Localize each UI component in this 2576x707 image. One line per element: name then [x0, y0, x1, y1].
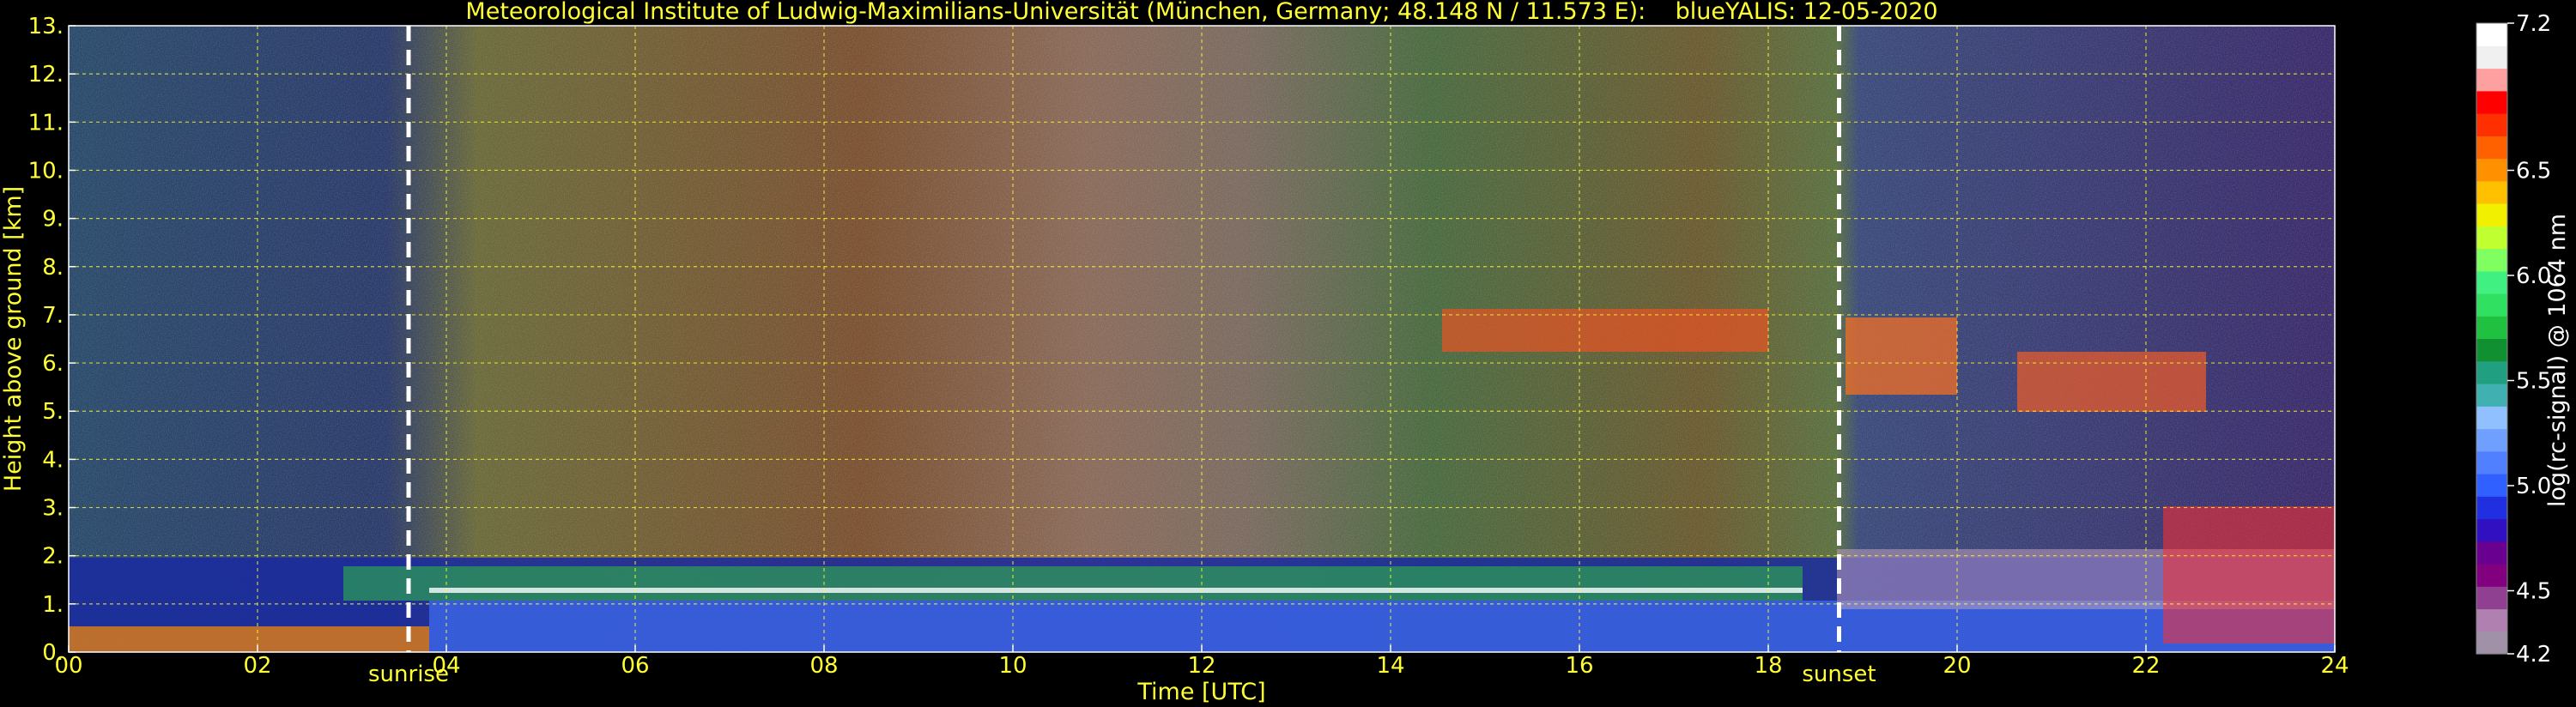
y-tick-label: 0.	[42, 640, 64, 666]
y-tick-label: 3.	[42, 496, 64, 522]
colorbar-segment	[2476, 180, 2507, 204]
colorbar-segment	[2476, 450, 2507, 474]
y-tick-label: 4.	[42, 447, 64, 473]
colorbar-segment	[2476, 360, 2507, 384]
colorbar-tick-label: 6.5	[2516, 159, 2551, 184]
colorbar-segment	[2476, 45, 2507, 69]
colorbar-segment	[2476, 158, 2507, 182]
colorbar-segment	[2476, 338, 2507, 362]
colorbar-segment	[2476, 564, 2507, 587]
colorbar-segment	[2476, 226, 2507, 250]
colorbar-segment	[2476, 384, 2507, 407]
sunset-label: sunset	[1802, 662, 1876, 687]
y-tick-label: 9.	[42, 207, 64, 233]
y-tick-label: 6.	[42, 351, 64, 377]
x-tick-label: 08	[809, 653, 838, 679]
colorbar-segment	[2476, 541, 2507, 565]
x-tick-label: 04	[432, 653, 460, 679]
colorbar-segment	[2476, 270, 2507, 294]
colorbar-segment	[2476, 406, 2507, 430]
colorbar-segment	[2476, 113, 2507, 136]
y-tick-label: 8.	[42, 255, 64, 281]
x-tick-label: 12	[1187, 653, 1215, 679]
x-tick-label: 02	[243, 653, 271, 679]
y-tick-label: 5.	[42, 399, 64, 425]
colorbar-segment	[2476, 203, 2507, 227]
x-tick-label: 10	[998, 653, 1027, 679]
y-tick-label: 11.	[28, 110, 64, 136]
x-tick-label: 14	[1376, 653, 1404, 679]
x-tick-label: 22	[2131, 653, 2160, 679]
colorbar-segment	[2476, 316, 2507, 340]
colorbar-segment	[2476, 248, 2507, 272]
x-tick-label: 18	[1754, 653, 1782, 679]
y-tick-label: 12.	[28, 62, 64, 88]
colorbar-tick-label: 4.2	[2516, 642, 2551, 668]
colorbar-tick-label: 4.5	[2516, 579, 2551, 605]
y-tick-label: 2.	[42, 544, 64, 570]
colorbar-segment	[2476, 586, 2507, 610]
lidar-chart: sunrise sunset 00 02 04 06 08 10 12 14 16 18 20 22 24…	[0, 0, 2571, 705]
colorbar-segment	[2476, 293, 2507, 317]
colorbar-segment	[2476, 496, 2507, 520]
x-tick-label: 06	[621, 653, 649, 679]
y-tick-label: 7.	[42, 303, 64, 329]
colorbar-segment	[2476, 23, 2507, 46]
y-axis-label: Height above ground [km]	[0, 186, 27, 492]
colorbar-segment	[2476, 518, 2507, 542]
x-axis-label: Time [UTC]	[1136, 679, 1265, 705]
y-tick-label: 1.	[42, 592, 64, 618]
colorbar-segment	[2476, 90, 2507, 114]
colorbar-segment	[2476, 474, 2507, 497]
chart-title: Meteorological Institute of Ludwig-Maxim…	[465, 0, 1937, 25]
colorbar-segment	[2476, 608, 2507, 632]
x-tick-label: 24	[2320, 653, 2349, 679]
y-tick-label: 10.	[28, 158, 64, 184]
colorbar-segment	[2476, 136, 2507, 160]
y-axis-ticks: 0. 1. 2. 3. 4. 5. 6. 7. 8. 9. 10. 11. 12. 13.	[28, 14, 64, 666]
y-tick-label: 13.	[28, 14, 64, 39]
colorbar-segment	[2476, 68, 2507, 92]
colorbar-label: log(rc-signal) @ 1064 nm	[2544, 214, 2571, 507]
colorbar-segment	[2476, 428, 2507, 452]
colorbar-tick-label: 7.2	[2516, 11, 2551, 37]
x-tick-label: 16	[1565, 653, 1593, 679]
colorbar-segment	[2476, 631, 2507, 655]
colorbar	[2476, 22, 2508, 655]
x-tick-label: 20	[1943, 653, 1971, 679]
